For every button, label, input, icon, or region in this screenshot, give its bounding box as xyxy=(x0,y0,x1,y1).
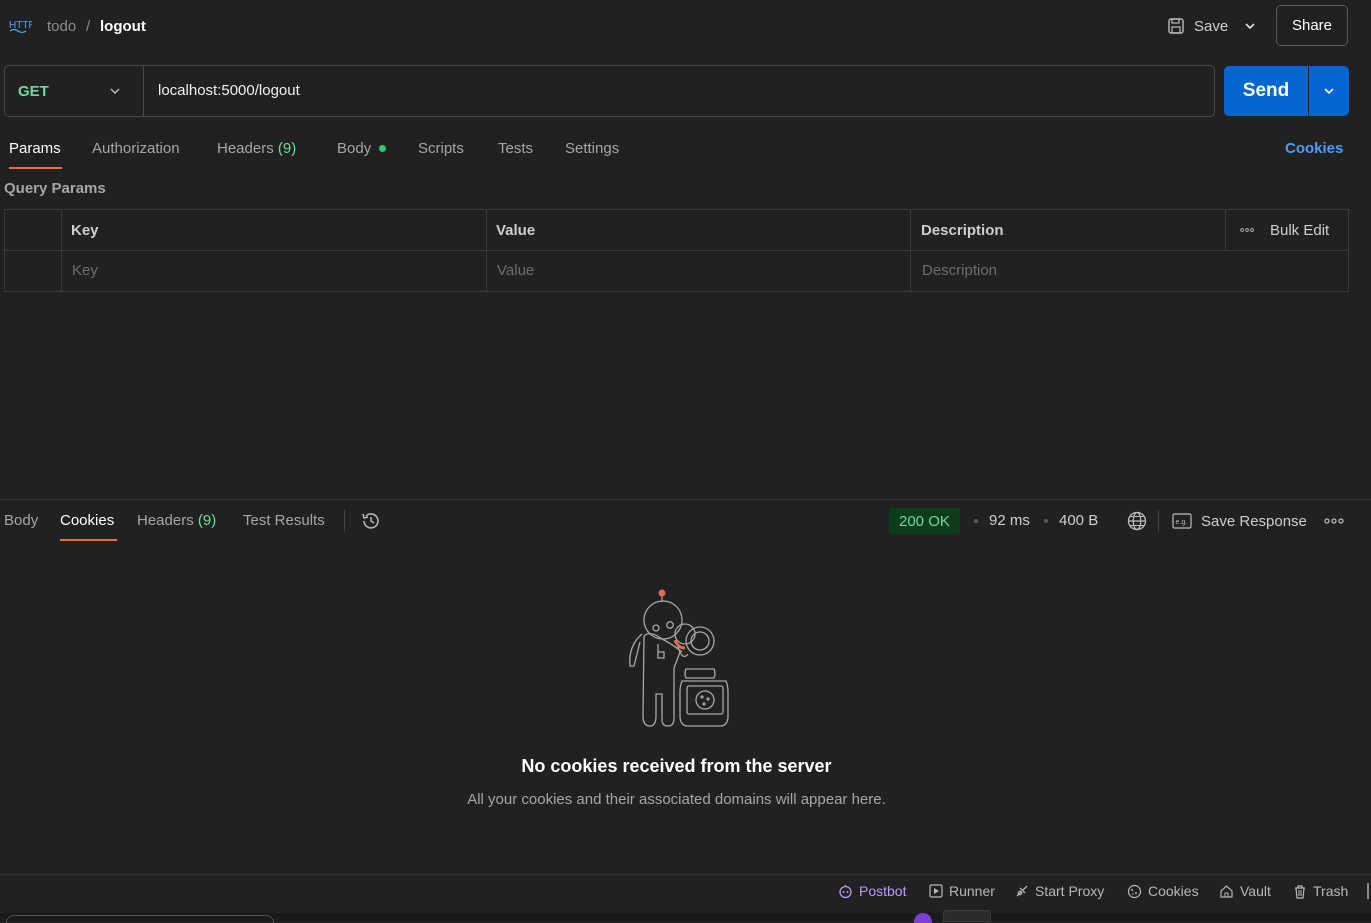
svg-text:e.g.: e.g. xyxy=(1176,519,1188,526)
tab-params[interactable]: Params xyxy=(9,140,61,157)
save-button[interactable]: Save xyxy=(1160,10,1234,42)
separator-dot xyxy=(1044,519,1048,523)
save-label: Save xyxy=(1194,17,1229,35)
response-tab-headers[interactable]: Headers (9) xyxy=(137,512,216,529)
tab-scripts[interactable]: Scripts xyxy=(418,140,464,157)
method-selector[interactable]: GET xyxy=(18,83,49,100)
taskbar-search[interactable] xyxy=(6,915,274,923)
response-tab-test-results[interactable]: Test Results xyxy=(243,512,325,529)
column-header-description: Description xyxy=(921,222,1004,239)
runner-icon xyxy=(929,884,943,898)
active-tab-indicator xyxy=(60,539,117,541)
http-icon: HTTP xyxy=(8,16,32,36)
footer-start-proxy-label: Start Proxy xyxy=(1035,883,1105,899)
active-tab-indicator xyxy=(9,167,62,169)
send-button[interactable]: Send xyxy=(1224,66,1308,116)
query-params-title: Query Params xyxy=(4,180,106,197)
response-tab-cookies[interactable]: Cookies xyxy=(60,512,114,529)
footer-start-proxy[interactable]: Start Proxy xyxy=(1015,883,1104,899)
footer-vault[interactable]: Vault xyxy=(1219,883,1271,899)
history-icon[interactable] xyxy=(360,510,382,532)
column-header-value: Value xyxy=(496,222,536,239)
breadcrumb-collection[interactable]: todo xyxy=(47,18,76,35)
footer-cookies[interactable]: Cookies xyxy=(1127,883,1199,899)
separator-dot xyxy=(974,519,978,523)
footer-runner[interactable]: Runner xyxy=(929,883,995,899)
bulk-edit-button[interactable]: Bulk Edit xyxy=(1270,222,1329,239)
footer-trash[interactable]: Trash xyxy=(1293,883,1348,899)
value-input[interactable]: Value xyxy=(497,262,534,279)
column-divider xyxy=(910,210,911,291)
tab-settings[interactable]: Settings xyxy=(565,140,619,157)
more-options-icon[interactable] xyxy=(1240,227,1254,233)
save-icon xyxy=(1166,16,1186,36)
description-input[interactable]: Description xyxy=(922,262,997,279)
send-options-button[interactable] xyxy=(1309,66,1349,116)
tab-body-label: Body xyxy=(337,140,372,157)
empty-state-title: No cookies received from the server xyxy=(521,756,832,776)
response-tab-headers-label: Headers xyxy=(137,512,194,529)
cookie-icon xyxy=(1127,884,1142,899)
proxy-icon xyxy=(1015,884,1029,898)
top-bar: HTTP todo / logout Save Share xyxy=(0,0,1371,54)
column-header-key: Key xyxy=(71,222,99,239)
status-badge[interactable]: 200 OK xyxy=(889,508,960,534)
chevron-down-icon[interactable] xyxy=(108,84,122,98)
tab-headers[interactable]: Headers (9) xyxy=(217,140,296,157)
trash-icon xyxy=(1293,884,1307,899)
footer-postbot-label: Postbot xyxy=(859,883,907,899)
example-icon: e.g. xyxy=(1172,513,1192,529)
breadcrumb-separator: / xyxy=(86,18,91,35)
chevron-down-icon xyxy=(1322,84,1336,98)
body-modified-indicator xyxy=(379,144,387,152)
response-tab-body[interactable]: Body xyxy=(4,512,38,529)
column-divider xyxy=(61,210,62,291)
column-divider xyxy=(1225,210,1226,250)
response-time[interactable]: 92 ms xyxy=(989,512,1030,529)
key-input[interactable]: Key xyxy=(72,262,98,279)
divider xyxy=(344,510,345,532)
panel-toggle[interactable] xyxy=(1367,883,1369,899)
column-divider xyxy=(486,210,487,291)
url-input[interactable]: localhost:5000/logout xyxy=(158,82,300,99)
footer-cookies-label: Cookies xyxy=(1148,883,1199,899)
astronaut-cookie-jar-illustration xyxy=(610,586,740,731)
footer-trash-label: Trash xyxy=(1313,883,1349,899)
tab-tests[interactable]: Tests xyxy=(498,140,533,157)
cookies-link[interactable]: Cookies xyxy=(1285,140,1343,157)
response-tab-headers-count: (9) xyxy=(197,512,217,529)
save-response-label: Save Response xyxy=(1201,512,1307,530)
footer-runner-label: Runner xyxy=(949,883,995,899)
save-options-button[interactable] xyxy=(1238,14,1262,38)
table-row: Key Value Description xyxy=(5,251,1348,292)
footer-vault-label: Vault xyxy=(1240,883,1271,899)
response-size[interactable]: 400 B xyxy=(1059,512,1098,529)
table-header-row: Key Value Description Bulk Edit xyxy=(5,210,1348,251)
empty-state-subtitle: All your cookies and their associated do… xyxy=(467,791,886,808)
status-bar: Postbot Runner Start Proxy Cookies Vault… xyxy=(0,874,1371,923)
vault-icon xyxy=(1219,884,1234,899)
query-params-table: Key Value Description Bulk Edit Key Valu… xyxy=(4,209,1349,292)
footer-postbot[interactable]: Postbot xyxy=(838,883,906,899)
tab-body[interactable]: Body xyxy=(337,140,387,157)
tab-headers-count: (9) xyxy=(277,140,297,157)
tab-authorization[interactable]: Authorization xyxy=(92,140,180,157)
save-response-button[interactable]: e.g. Save Response xyxy=(1172,510,1307,532)
pane-splitter[interactable] xyxy=(0,499,1371,500)
tab-headers-label: Headers xyxy=(217,140,274,157)
url-bar: GET localhost:5000/logout xyxy=(4,65,1215,117)
chevron-down-icon xyxy=(1243,19,1257,33)
share-button[interactable]: Share xyxy=(1276,5,1348,46)
divider xyxy=(1158,510,1159,532)
url-divider xyxy=(143,66,144,116)
bulk-edit-area: Bulk Edit xyxy=(1240,210,1329,250)
globe-icon[interactable] xyxy=(1127,511,1147,531)
breadcrumb-request-name[interactable]: logout xyxy=(100,18,146,35)
taskbar-item[interactable] xyxy=(943,910,991,922)
more-options-icon[interactable] xyxy=(1324,512,1344,530)
postbot-icon xyxy=(838,884,853,899)
